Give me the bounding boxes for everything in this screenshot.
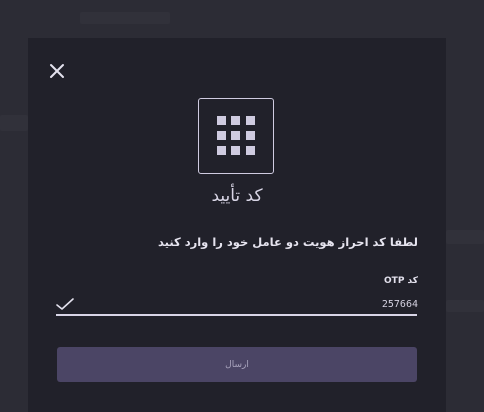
dialog-title: کد تأیید [211,186,263,206]
instruction-text: لطفا کد احراز هویت دو عامل خود را وارد ک… [157,235,418,249]
grid-keypad-icon [198,98,274,174]
backdrop-placeholder [0,115,28,131]
submit-button[interactable]: ارسال [57,347,417,382]
close-icon [50,64,64,78]
backdrop-placeholder [446,230,484,244]
otp-input-value: 257664 [381,299,418,310]
submit-button-label: ارسال [225,359,249,370]
backdrop-placeholder [446,300,484,312]
checkmark-icon [56,298,74,310]
otp-field-label: کد OTP [384,276,418,286]
close-button[interactable] [48,62,66,80]
backdrop-placeholder [80,12,170,24]
otp-verification-dialog: کد تأیید لطفا کد احراز هویت دو عامل خود … [28,38,446,412]
otp-input-underline [56,314,417,316]
